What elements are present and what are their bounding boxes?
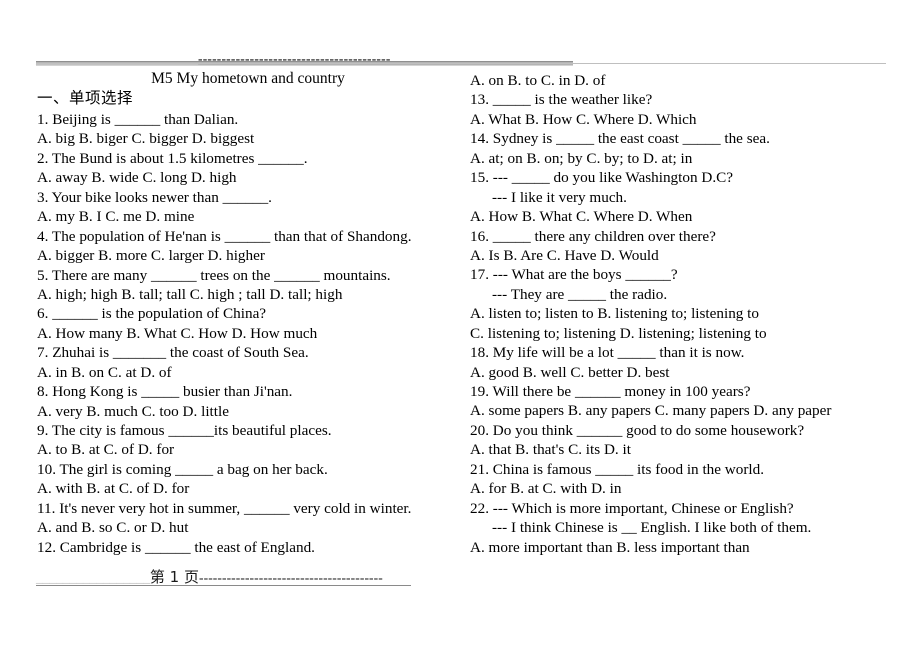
right-column-line: A. listen to; listen to B. listening to;… <box>470 305 759 323</box>
right-column-line: 17. --- What are the boys ______? <box>470 266 678 284</box>
right-column-line: --- They are _____ the radio. <box>492 285 668 303</box>
footer-underscore-run: _________________ <box>36 571 150 586</box>
left-column-line: 11. It's never very hot in summer, _____… <box>37 499 412 517</box>
left-column-line: 2. The Bund is about 1.5 kilometres ____… <box>37 149 308 167</box>
left-column-line: A. big B. biger C. bigger D. biggest <box>37 130 255 148</box>
left-column-line: 10. The girl is coming _____ a bag on he… <box>37 460 328 478</box>
left-column-line: 6. ______ is the population of China? <box>37 305 267 323</box>
left-column-line: A. with B. at C. of D. for <box>37 480 190 498</box>
left-column-line: 3. Your bike looks newer than ______. <box>37 188 272 206</box>
left-column-line: 1. Beijing is ______ than Dalian. <box>37 111 239 128</box>
right-column-line: --- I like it very much. <box>492 188 627 206</box>
right-column-line: A. How B. What C. Where D. When <box>470 208 693 226</box>
right-column-line: --- I think Chinese is __ English. I lik… <box>492 519 812 537</box>
right-column-line: A. What B. How C. Where D. Which <box>470 110 697 128</box>
right-column-line: 20. Do you think ______ good to do some … <box>470 421 805 439</box>
left-column: 1. Beijing is ______ than Dalian. A. big … <box>37 110 467 557</box>
left-column-line: A. away B. wide C. long D. high <box>37 169 237 187</box>
left-column-line: A. to B. at C. of D. for <box>37 441 175 459</box>
left-column-line: 4. The population of He'nan is ______ th… <box>37 227 412 245</box>
right-column-line: A. more important than B. less important… <box>470 538 750 556</box>
left-column-line: A. very B. much C. too D. little <box>37 402 229 420</box>
left-column-line: A. high; high B. tall; tall C. high ; ta… <box>37 285 343 303</box>
footer-text-run: _________________第 1 页------------------… <box>36 568 383 588</box>
right-column-line: A. that B. that's C. its D. it <box>470 441 631 459</box>
right-column-line: A. on B. to C. in D. of <box>470 72 606 89</box>
header-dash-run: ________________________----------------… <box>36 51 391 66</box>
right-column-line: A. Is B. Are C. Have D. Would <box>470 246 659 264</box>
right-column-line: 16. _____ there any children over there? <box>470 227 716 245</box>
right-column-line: 21. China is famous _____ its food in th… <box>470 460 765 478</box>
left-column-line: A. my B. I C. me D. mine <box>37 208 195 226</box>
right-column-line: A. at; on B. on; by C. by; to D. at; in <box>470 149 693 167</box>
left-column-line: A. How many B. What C. How D. How much <box>37 324 318 342</box>
right-column: A. on B. to C. in D. of 13. _____ is the … <box>470 71 910 557</box>
header-dash-segment: ----------------------------------------… <box>198 51 391 66</box>
page-footer: _________________第 1 页------------------… <box>36 568 416 588</box>
right-column-line: 14. Sydney is _____ the east coast _____… <box>470 130 770 148</box>
section-heading: 一、单项选择 <box>37 89 134 107</box>
right-column-line: C. listening to; listening D. listening;… <box>470 324 767 342</box>
right-column-line: 19. Will there be ______ money in 100 ye… <box>470 383 751 400</box>
right-column-line: 18. My life will be a lot _____ than it … <box>470 344 745 362</box>
left-column-line: 9. The city is famous ______its beautifu… <box>37 422 332 439</box>
header-rule-band: ________________________----------------… <box>36 52 886 68</box>
right-column-line: A. good B. well C. better D. best <box>470 363 670 381</box>
page-number-label: 第 1 页 <box>149 568 199 586</box>
left-column-line: A. bigger B. more C. larger D. higher <box>37 247 265 265</box>
right-column-line: A. for B. at C. with D. in <box>470 480 622 498</box>
left-column-line: A. in B. on C. at D. of <box>37 363 172 381</box>
left-column-line: 12. Cambridge is ______ the east of Engl… <box>37 538 315 556</box>
right-column-line: 15. --- _____ do you like Washington D.C… <box>470 169 733 187</box>
right-column-line: 13. _____ is the weather like? <box>470 91 653 109</box>
left-column-line: 8. Hong Kong is _____ busier than Ji'nan… <box>37 383 293 401</box>
right-column-line: 22. --- Which is more important, Chinese… <box>470 499 794 517</box>
left-column-line: 7. Zhuhai is _______ the coast of South … <box>37 344 309 362</box>
header-underscore-run: ________________________ <box>36 51 198 66</box>
right-column-line: A. some papers B. any papers C. many pap… <box>470 402 832 420</box>
footer-dash-run: ---------------------------------------- <box>199 570 383 585</box>
left-column-line: A. and B. so C. or D. hut <box>37 519 189 537</box>
document-page: ________________________----------------… <box>0 0 920 652</box>
left-column-line: 5. There are many ______ trees on the __… <box>37 266 391 284</box>
page-title: M5 My hometown and country <box>151 70 345 87</box>
